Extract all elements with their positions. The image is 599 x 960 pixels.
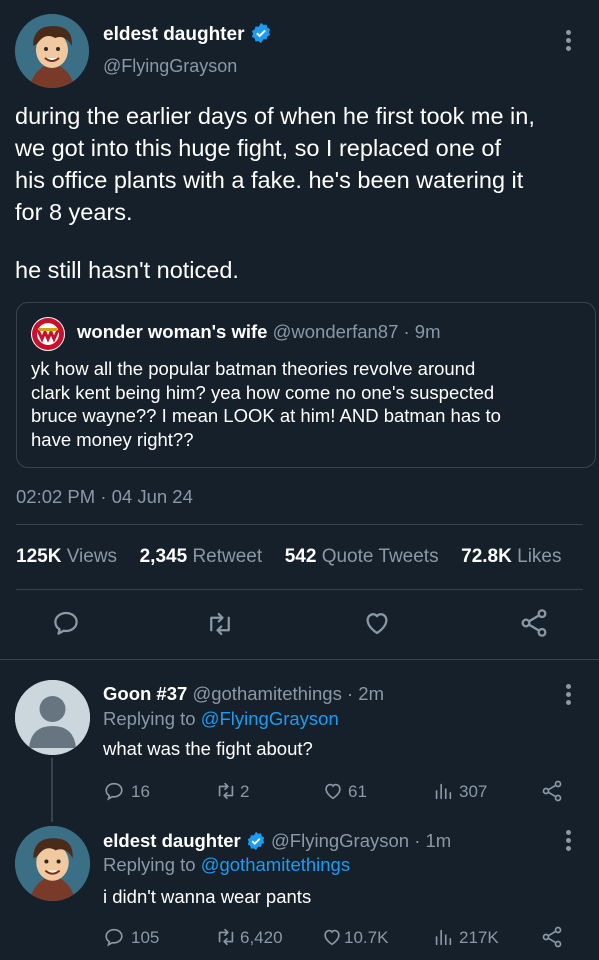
- reply-text: i didn't wanna wear pants: [103, 886, 312, 907]
- verified-badge-icon: [247, 831, 265, 851]
- reply-text: what was the fight about?: [103, 738, 313, 759]
- quoted-tweet-card[interactable]: wonder woman's wife @wonderfan87 · 9m yk…: [16, 302, 596, 468]
- views-icon[interactable]: [432, 780, 454, 802]
- more-options-icon[interactable]: [566, 684, 572, 708]
- quoted-text: yk how all the popular batman theories r…: [31, 358, 501, 450]
- views-stat[interactable]: 125K Views: [16, 546, 117, 567]
- avatar-gothamitethings[interactable]: [15, 680, 90, 755]
- retweet-icon[interactable]: [204, 609, 236, 639]
- more-options-icon[interactable]: [566, 830, 572, 854]
- tweet-stats: 125K Views 2,345 Retweet 542 Quote Tweet…: [16, 546, 561, 568]
- author-display-name[interactable]: eldest daughter: [103, 22, 272, 46]
- like-icon[interactable]: [320, 926, 344, 948]
- divider: [16, 589, 583, 590]
- like-count: 10.7K: [344, 928, 389, 947]
- avatar-flyinggrayson[interactable]: [15, 826, 90, 901]
- divider: [16, 524, 583, 525]
- share-icon[interactable]: [518, 607, 550, 639]
- views-icon[interactable]: [432, 926, 454, 948]
- avatar-wonderfan87[interactable]: [31, 317, 65, 351]
- views-count: 217K: [459, 928, 499, 947]
- retweet-count: 2: [240, 782, 250, 801]
- tweet-timestamp[interactable]: 02:02 PM · 04 Jun 24: [16, 486, 193, 508]
- reply-icon[interactable]: [103, 926, 125, 948]
- tweet-text: during the earlier days of when he first…: [15, 103, 535, 225]
- verified-badge-icon: [251, 22, 270, 44]
- share-icon[interactable]: [540, 779, 564, 803]
- thread-line: [51, 758, 53, 822]
- likes-stat[interactable]: 72.8K Likes: [461, 546, 561, 567]
- divider: [0, 659, 599, 660]
- views-count: 307: [459, 782, 488, 801]
- retweets-stat[interactable]: 2,345 Retweet: [140, 546, 263, 567]
- replying-to: Replying to @gothamitethings: [103, 854, 351, 875]
- reply-count: 105: [131, 928, 160, 947]
- reply-header: Goon #37 @gothamitethings · 2m: [103, 683, 384, 704]
- like-count: 61: [348, 782, 367, 801]
- retweet-icon[interactable]: [214, 926, 238, 948]
- reply-icon[interactable]: [51, 608, 81, 638]
- replying-to: Replying to @FlyingGrayson: [103, 708, 339, 729]
- reply-icon[interactable]: [103, 780, 125, 802]
- reply-header: eldest daughter @FlyingGrayson · 1m: [103, 830, 452, 851]
- reply-count: 16: [131, 782, 150, 801]
- tweet-text-last: he still hasn't noticed.: [15, 257, 239, 283]
- more-options-icon[interactable]: [566, 30, 572, 54]
- retweet-count: 6,420: [240, 928, 283, 947]
- share-icon[interactable]: [540, 925, 564, 949]
- quote-tweets-stat[interactable]: 542 Quote Tweets: [285, 546, 439, 567]
- like-icon[interactable]: [362, 608, 392, 638]
- like-icon[interactable]: [321, 780, 345, 802]
- avatar-flyinggrayson[interactable]: [15, 14, 89, 88]
- author-handle[interactable]: @FlyingGrayson: [103, 56, 237, 77]
- retweet-icon[interactable]: [214, 780, 238, 802]
- quoted-header: wonder woman's wife @wonderfan87 · 9m: [77, 321, 441, 342]
